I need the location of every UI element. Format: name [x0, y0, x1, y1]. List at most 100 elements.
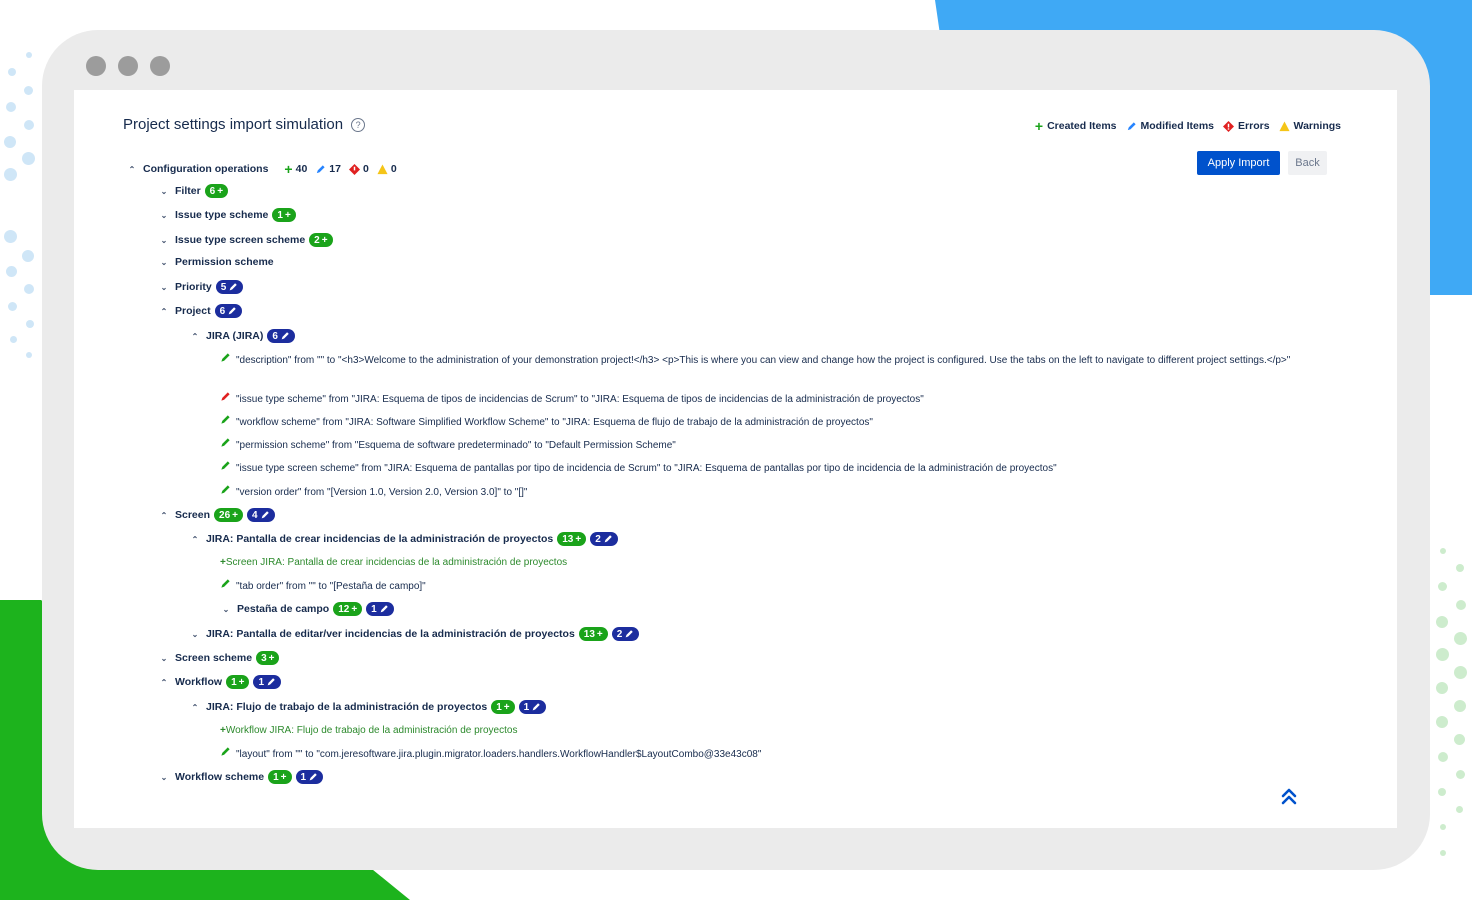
change-text: "issue type screen scheme" from "JIRA: E…	[236, 463, 1057, 474]
apply-import-button[interactable]: Apply Import	[1197, 151, 1280, 175]
tree-node-tab-field[interactable]: ⌄ Pestaña de campo 12 + 1	[220, 602, 394, 616]
created-badge: 12 +	[333, 602, 363, 616]
created-badge: 13 +	[578, 627, 608, 641]
pencil-icon	[221, 438, 230, 447]
tree-node-screen-edit[interactable]: ⌄ JIRA: Pantalla de editar/ver incidenci…	[189, 627, 640, 641]
chevron-up-icon[interactable]: ⌃	[158, 307, 170, 316]
pencil-icon	[267, 678, 275, 686]
legend-errors-label: Errors	[1238, 120, 1270, 132]
decorative-dots-right	[1430, 540, 1472, 870]
badge-count: 1	[258, 676, 265, 688]
chevron-down-icon[interactable]: ⌄	[158, 773, 170, 782]
badge-count: 2	[616, 628, 623, 640]
chevron-down-icon[interactable]: ⌄	[158, 283, 170, 292]
legend-modified-label: Modified Items	[1140, 120, 1215, 132]
main-panel: Project settings import simulation ? + C…	[74, 90, 1397, 828]
tree-node-screen[interactable]: ⌃ Screen 26 + 4	[158, 508, 275, 522]
pencil-icon	[221, 392, 230, 401]
chevron-down-icon[interactable]: ⌄	[158, 258, 170, 267]
chevron-down-icon[interactable]: ⌄	[158, 654, 170, 663]
window-dot-3[interactable]	[150, 56, 170, 76]
change-text: "tab order" from "" to "[Pestaña de camp…	[236, 581, 426, 592]
tree-node-workflow-jira[interactable]: ⌃ JIRA: Flujo de trabajo de la administr…	[189, 700, 547, 714]
modified-badge: 4	[247, 508, 275, 522]
help-icon[interactable]: ?	[351, 117, 366, 132]
badge-count: 6	[219, 305, 226, 317]
operations-summary: +40 17 0 0	[284, 161, 400, 177]
node-label: JIRA (JIRA)	[206, 330, 264, 342]
modified-badge: 2	[590, 532, 618, 546]
window-dot-1[interactable]	[86, 56, 106, 76]
legend: + Created Items Modified Items Errors Wa…	[1035, 118, 1341, 134]
tree-node-issue-type-screen-scheme[interactable]: ⌄ Issue type screen scheme 2 +	[158, 233, 333, 247]
badge-count: 1	[496, 701, 502, 713]
badge-count: 2	[595, 533, 601, 545]
badge-count: 1	[523, 701, 530, 713]
chevron-down-icon[interactable]: ⌄	[158, 236, 170, 245]
node-label: Filter	[175, 185, 201, 197]
tree-node-workflow-scheme[interactable]: ⌄ Workflow scheme 1 + 1	[158, 770, 324, 784]
workflow-change-layout: "layout" from "" to "com.jeresoftware.ji…	[220, 746, 761, 762]
node-label: Configuration operations	[143, 163, 269, 175]
decorative-dots-left	[0, 40, 40, 370]
badge-count: 1	[273, 771, 279, 783]
pencil-icon	[221, 747, 230, 756]
node-label: Issue type screen scheme	[175, 234, 306, 246]
legend-created: + Created Items	[1035, 118, 1117, 134]
pencil-icon	[221, 461, 230, 470]
chevron-up-icon[interactable]: ⌃	[189, 332, 201, 341]
warnings-count-value: 0	[390, 163, 397, 175]
tree-node-jira-project[interactable]: ⌃ JIRA (JIRA) 6	[189, 329, 295, 343]
window-controls	[86, 56, 170, 76]
pencil-icon	[228, 307, 236, 315]
chevron-down-icon[interactable]: ⌄	[189, 630, 201, 639]
node-label: JIRA: Pantalla de crear incidencias de l…	[206, 533, 554, 545]
plus-icon: +	[284, 209, 291, 221]
tree-node-project[interactable]: ⌃ Project 6	[158, 304, 243, 318]
created-item-text: Screen JIRA: Pantalla de crear incidenci…	[225, 557, 568, 568]
error-icon	[348, 163, 360, 175]
created-item-workflow: +Workflow JIRA: Flujo de trabajo de la a…	[220, 723, 517, 738]
project-change-issue-type-screen-scheme: "issue type screen scheme" from "JIRA: E…	[220, 460, 1057, 476]
tree-node-workflow[interactable]: ⌃ Workflow 1 + 1	[158, 675, 282, 689]
chevron-down-icon[interactable]: ⌄	[158, 211, 170, 220]
chevron-up-icon[interactable]: ⌃	[158, 511, 170, 520]
plus-icon: +	[238, 676, 245, 688]
window-dot-2[interactable]	[118, 56, 138, 76]
project-change-description: "description" from "" to "<h3>Welcome to…	[220, 352, 1330, 368]
badge-count: 1	[300, 771, 307, 783]
warning-icon	[377, 163, 388, 174]
pencil-icon	[317, 164, 325, 173]
tree-node-permission-scheme[interactable]: ⌄ Permission scheme	[158, 256, 274, 268]
badge-count: 5	[220, 281, 227, 293]
modified-badge: 1	[253, 675, 282, 689]
back-button[interactable]: Back	[1288, 151, 1327, 175]
pencil-icon	[221, 579, 230, 588]
chevron-down-icon[interactable]: ⌄	[158, 187, 170, 196]
created-badge: 13 +	[557, 532, 587, 546]
tree-node-configuration-operations[interactable]: ⌃ Configuration operations +40 17 0 0	[126, 161, 401, 177]
badge-count: 1	[231, 676, 237, 688]
tree-node-filter[interactable]: ⌄ Filter 6 +	[158, 184, 229, 198]
tree-node-screen-create[interactable]: ⌃ JIRA: Pantalla de crear incidencias de…	[189, 532, 618, 546]
badge-count: 1	[277, 209, 283, 221]
chevron-up-icon[interactable]: ⌃	[189, 535, 201, 544]
tree-node-priority[interactable]: ⌄ Priority 5	[158, 280, 244, 294]
modified-badge: 5	[215, 280, 244, 294]
created-badge: 1 +	[226, 675, 250, 689]
modified-count: 17	[315, 163, 341, 175]
tree-node-screen-scheme[interactable]: ⌄ Screen scheme 3 +	[158, 651, 280, 665]
chevron-down-icon[interactable]: ⌄	[220, 605, 232, 614]
plus-icon: +	[280, 771, 287, 783]
modified-badge: 1	[295, 770, 324, 784]
chevron-up-icon[interactable]: ⌃	[126, 165, 138, 174]
pencil-icon	[1127, 121, 1136, 130]
pencil-icon	[221, 485, 230, 494]
chevron-up-icon[interactable]: ⌃	[158, 678, 170, 687]
scroll-to-top-icon[interactable]	[1281, 788, 1297, 806]
pencil-icon	[221, 415, 230, 424]
created-badge: 1 +	[491, 700, 515, 714]
chevron-up-icon[interactable]: ⌃	[189, 703, 201, 712]
plus-icon: +	[351, 603, 358, 615]
tree-node-issue-type-scheme[interactable]: ⌄ Issue type scheme 1 +	[158, 208, 296, 222]
